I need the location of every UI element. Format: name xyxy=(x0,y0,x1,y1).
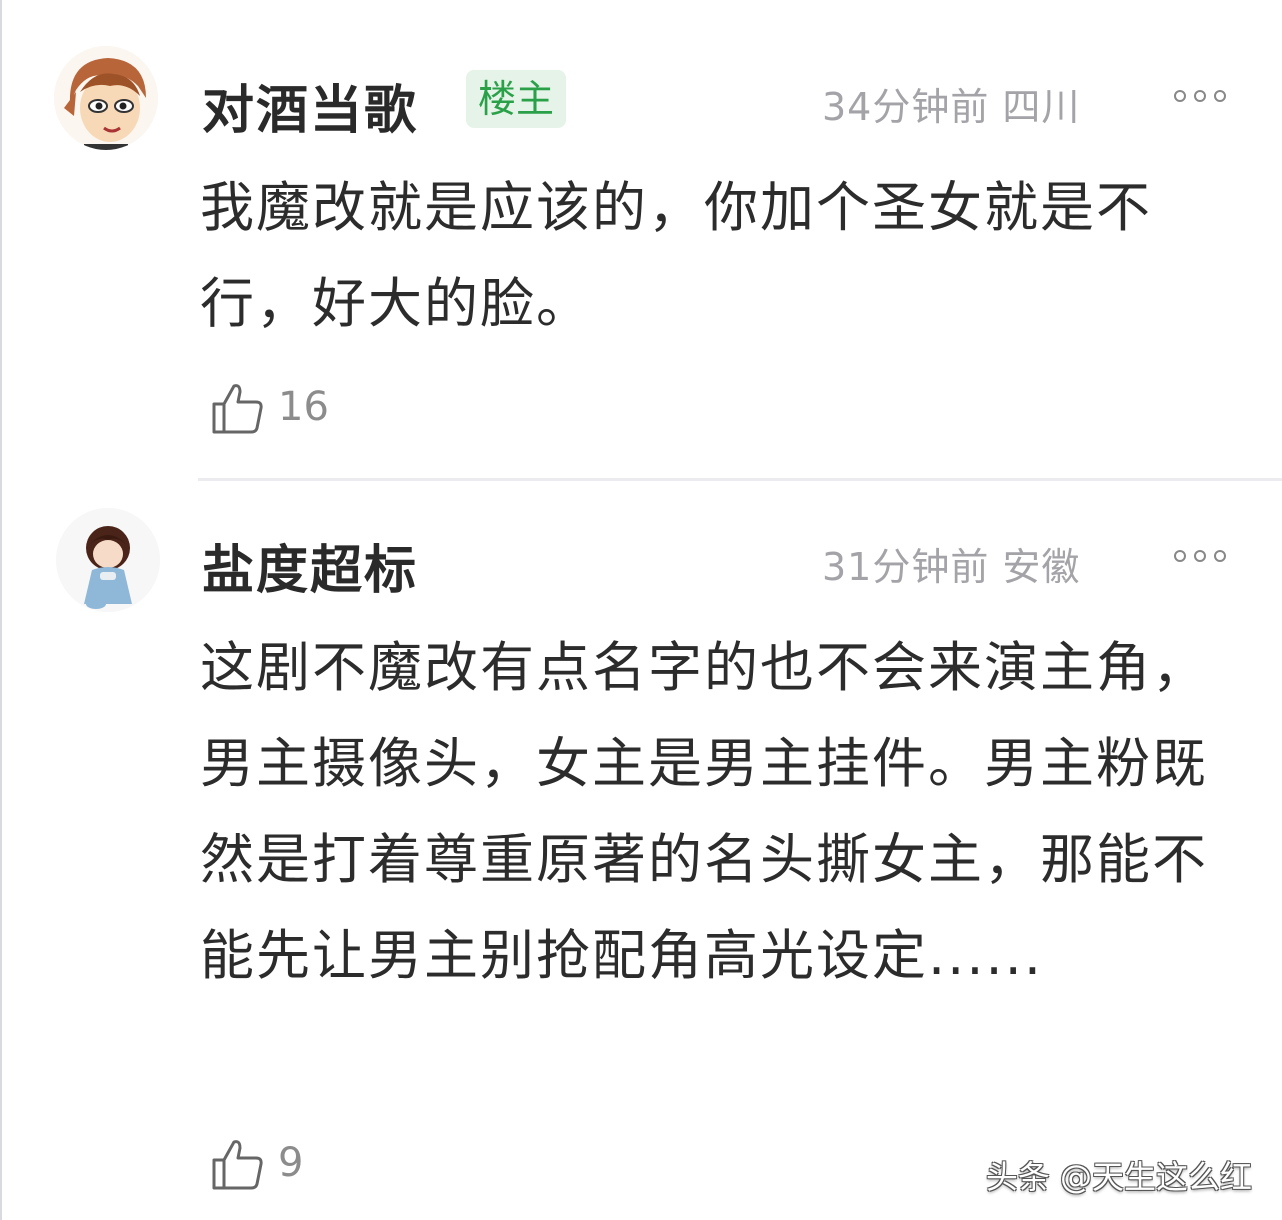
more-options-icon[interactable] xyxy=(1174,550,1226,564)
thumbs-up-icon xyxy=(212,1140,263,1190)
username[interactable]: 对酒当歌 xyxy=(202,68,418,143)
author-badge: 楼主 xyxy=(466,70,567,128)
more-options-icon[interactable] xyxy=(1174,90,1226,104)
user-avatar[interactable] xyxy=(54,46,158,150)
like-count: 16 xyxy=(278,384,329,430)
source-watermark: 头条 @天生这么红 xyxy=(985,1158,1252,1196)
comment-text: 我魔改就是应该的，你加个圣女就是不行，好大的脸。 xyxy=(200,176,1152,335)
comment-text: 这剧不魔改有点名字的也不会来演主角，男主摄像头，女主是男主挂件。男主粉既然是打着… xyxy=(200,636,1208,987)
cartoon-child-avatar-icon xyxy=(56,508,160,612)
user-avatar[interactable] xyxy=(56,508,160,612)
comment-meta: 34分钟前 四川 xyxy=(822,85,1081,129)
comment-divider xyxy=(198,478,1282,481)
frame-edge xyxy=(0,0,2,1220)
username[interactable]: 盐度超标 xyxy=(202,528,418,603)
thumbs-up-icon xyxy=(212,384,263,434)
like-count: 9 xyxy=(278,1140,304,1186)
cartoon-boy-avatar-icon xyxy=(54,46,158,150)
comment-meta: 31分钟前 安徽 xyxy=(822,545,1081,589)
